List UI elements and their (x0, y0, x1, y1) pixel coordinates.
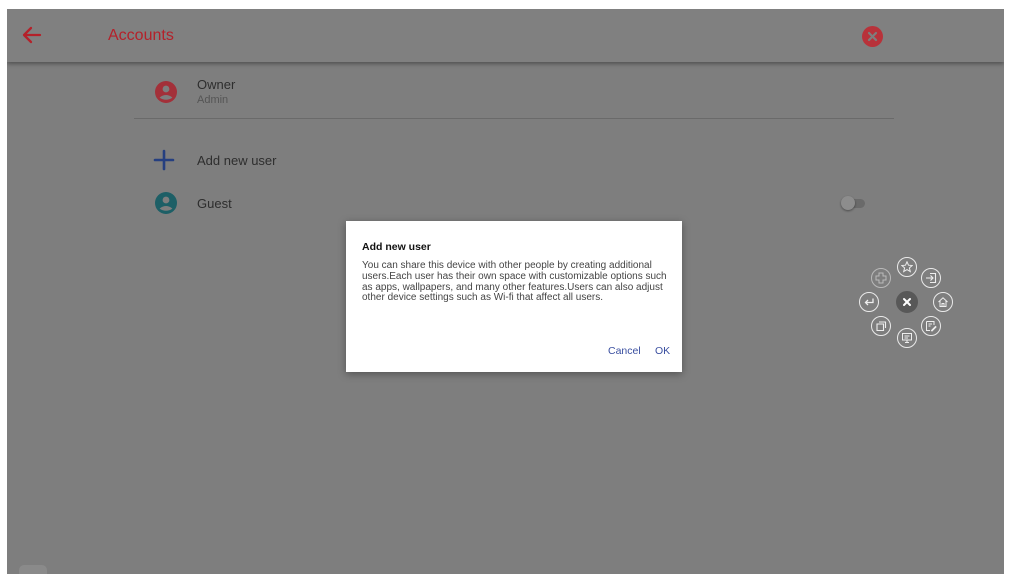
ok-button[interactable]: OK (655, 345, 670, 357)
window-icon (876, 321, 887, 332)
window-button[interactable] (871, 316, 891, 336)
screen-share-icon (902, 333, 912, 343)
account-circle-icon (155, 81, 177, 103)
favorite-button[interactable] (897, 257, 917, 277)
close-button[interactable] (862, 26, 883, 47)
home-icon (938, 297, 948, 307)
app-bar: Accounts (7, 9, 1004, 62)
toggle-thumb (841, 196, 855, 210)
dialog-title: Add new user (362, 241, 431, 253)
return-icon (864, 298, 874, 306)
account-role-owner: Admin (197, 94, 229, 106)
floating-quick-menu (855, 254, 953, 350)
bottom-edge-handle (19, 565, 47, 574)
close-circle-icon (867, 31, 878, 42)
note-button[interactable] (921, 316, 941, 336)
menu-close-button[interactable] (896, 291, 918, 313)
back-button[interactable] (19, 22, 45, 48)
home-button[interactable] (933, 292, 953, 312)
return-button[interactable] (859, 292, 879, 312)
add-user-dialog: Add new user You can share this device w… (346, 221, 682, 372)
account-name-owner: Owner (197, 77, 236, 92)
plus-icon (153, 149, 175, 171)
account-circle-icon (155, 192, 177, 214)
plus-button[interactable] (871, 268, 891, 288)
plus-icon (875, 272, 887, 284)
dialog-message: You can share this device with other peo… (362, 260, 667, 304)
close-icon (903, 298, 911, 306)
settings-screen: Accounts Owner Admin Add new user Guest … (7, 9, 1004, 574)
note-edit-icon (926, 321, 937, 332)
guest-toggle[interactable] (841, 196, 867, 210)
back-arrow-icon (22, 26, 42, 44)
divider (134, 118, 894, 119)
screen-share-button[interactable] (897, 328, 917, 348)
add-user-label: Add new user (197, 153, 277, 168)
cancel-button[interactable]: Cancel (608, 345, 641, 357)
input-source-button[interactable] (921, 268, 941, 288)
page-title: Accounts (108, 27, 174, 44)
account-name-guest: Guest (197, 196, 232, 211)
star-icon (901, 261, 913, 273)
input-icon (926, 272, 937, 284)
